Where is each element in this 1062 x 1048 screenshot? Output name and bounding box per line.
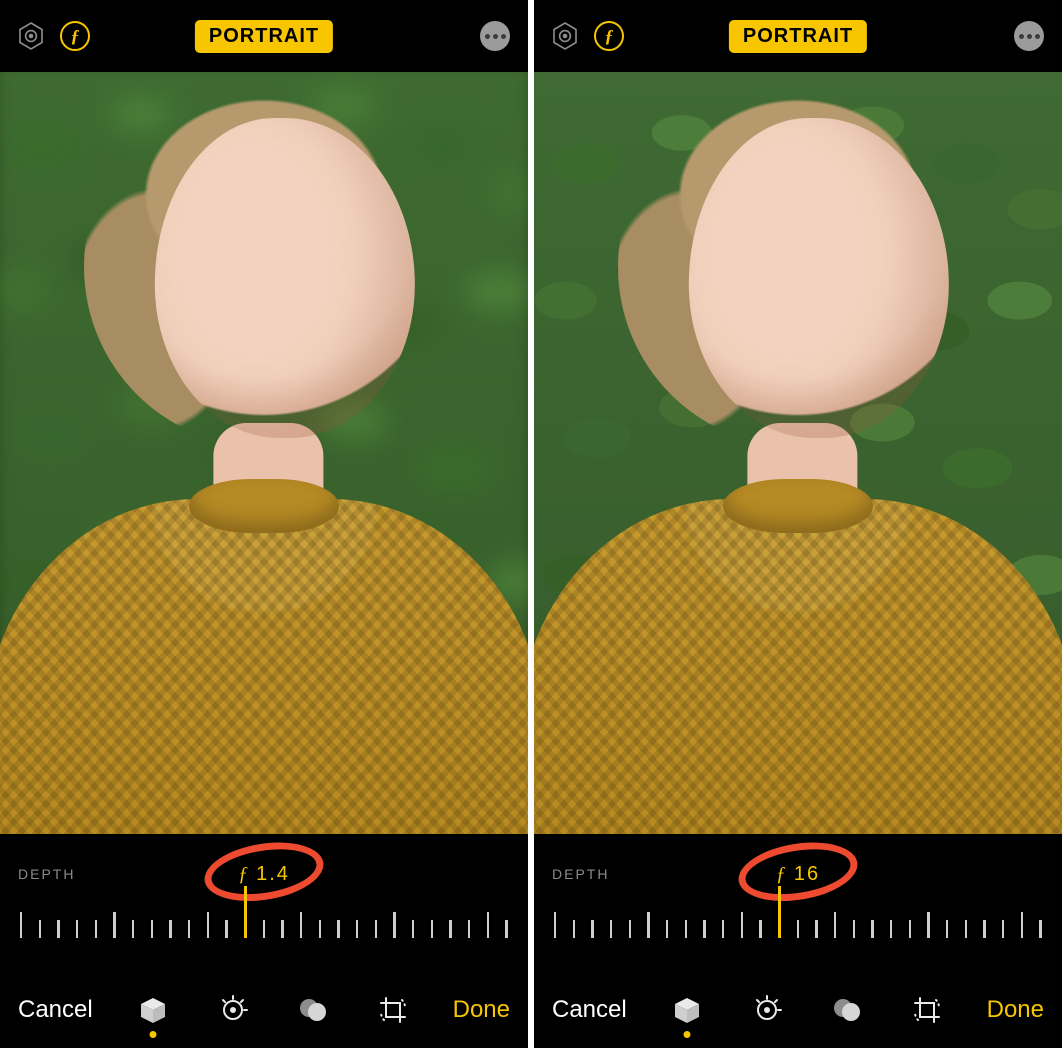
done-button[interactable]: Done bbox=[987, 996, 1044, 1024]
cancel-button[interactable]: Cancel bbox=[18, 996, 93, 1024]
depth-controls: DEPTH ƒ16 bbox=[534, 834, 1062, 984]
bottom-toolbar: Cancel Done bbox=[0, 984, 528, 1048]
cancel-button[interactable]: Cancel bbox=[552, 996, 627, 1024]
portrait-mode-badge[interactable]: PORTRAIT bbox=[729, 20, 867, 53]
filters-icon[interactable] bbox=[829, 992, 865, 1028]
filters-icon[interactable] bbox=[295, 992, 331, 1028]
f-stop-icon[interactable]: ƒ bbox=[60, 21, 90, 51]
photo-preview[interactable] bbox=[0, 72, 528, 834]
slider-marker[interactable] bbox=[778, 886, 780, 938]
phone-screen-left: ƒ PORTRAIT DEPTH ƒ1.4 bbox=[0, 0, 528, 1048]
hexagon-icon[interactable] bbox=[16, 21, 46, 51]
aperture-readout: ƒ16 bbox=[776, 863, 820, 886]
top-bar: ƒ PORTRAIT bbox=[534, 0, 1062, 72]
depth-label: DEPTH bbox=[552, 866, 609, 882]
slider-ticks bbox=[18, 902, 510, 938]
portrait-mode-badge[interactable]: PORTRAIT bbox=[195, 20, 333, 53]
more-icon[interactable] bbox=[1014, 21, 1044, 51]
f-stop-icon[interactable]: ƒ bbox=[594, 21, 624, 51]
depth-slider[interactable] bbox=[552, 902, 1044, 972]
depth-slider[interactable] bbox=[18, 902, 510, 972]
cube-icon[interactable] bbox=[669, 992, 705, 1028]
phone-screen-right: ƒ PORTRAIT DEPTH ƒ16 bbox=[534, 0, 1062, 1048]
adjust-dial-icon[interactable] bbox=[749, 992, 785, 1028]
depth-label: DEPTH bbox=[18, 866, 75, 882]
crop-rotate-icon[interactable] bbox=[909, 992, 945, 1028]
top-bar: ƒ PORTRAIT bbox=[0, 0, 528, 72]
slider-ticks bbox=[552, 902, 1044, 938]
done-button[interactable]: Done bbox=[453, 996, 510, 1024]
cube-icon[interactable] bbox=[135, 992, 171, 1028]
more-icon[interactable] bbox=[480, 21, 510, 51]
hexagon-icon[interactable] bbox=[550, 21, 580, 51]
slider-marker[interactable] bbox=[244, 886, 246, 938]
adjust-dial-icon[interactable] bbox=[215, 992, 251, 1028]
active-tool-dot bbox=[683, 1031, 690, 1038]
bottom-toolbar: Cancel Done bbox=[534, 984, 1062, 1048]
crop-rotate-icon[interactable] bbox=[375, 992, 411, 1028]
comparison-wrap: ƒ PORTRAIT DEPTH ƒ1.4 bbox=[0, 0, 1062, 1048]
aperture-readout: ƒ1.4 bbox=[238, 863, 290, 886]
active-tool-dot bbox=[149, 1031, 156, 1038]
depth-controls: DEPTH ƒ1.4 bbox=[0, 834, 528, 984]
photo-preview[interactable] bbox=[534, 72, 1062, 834]
